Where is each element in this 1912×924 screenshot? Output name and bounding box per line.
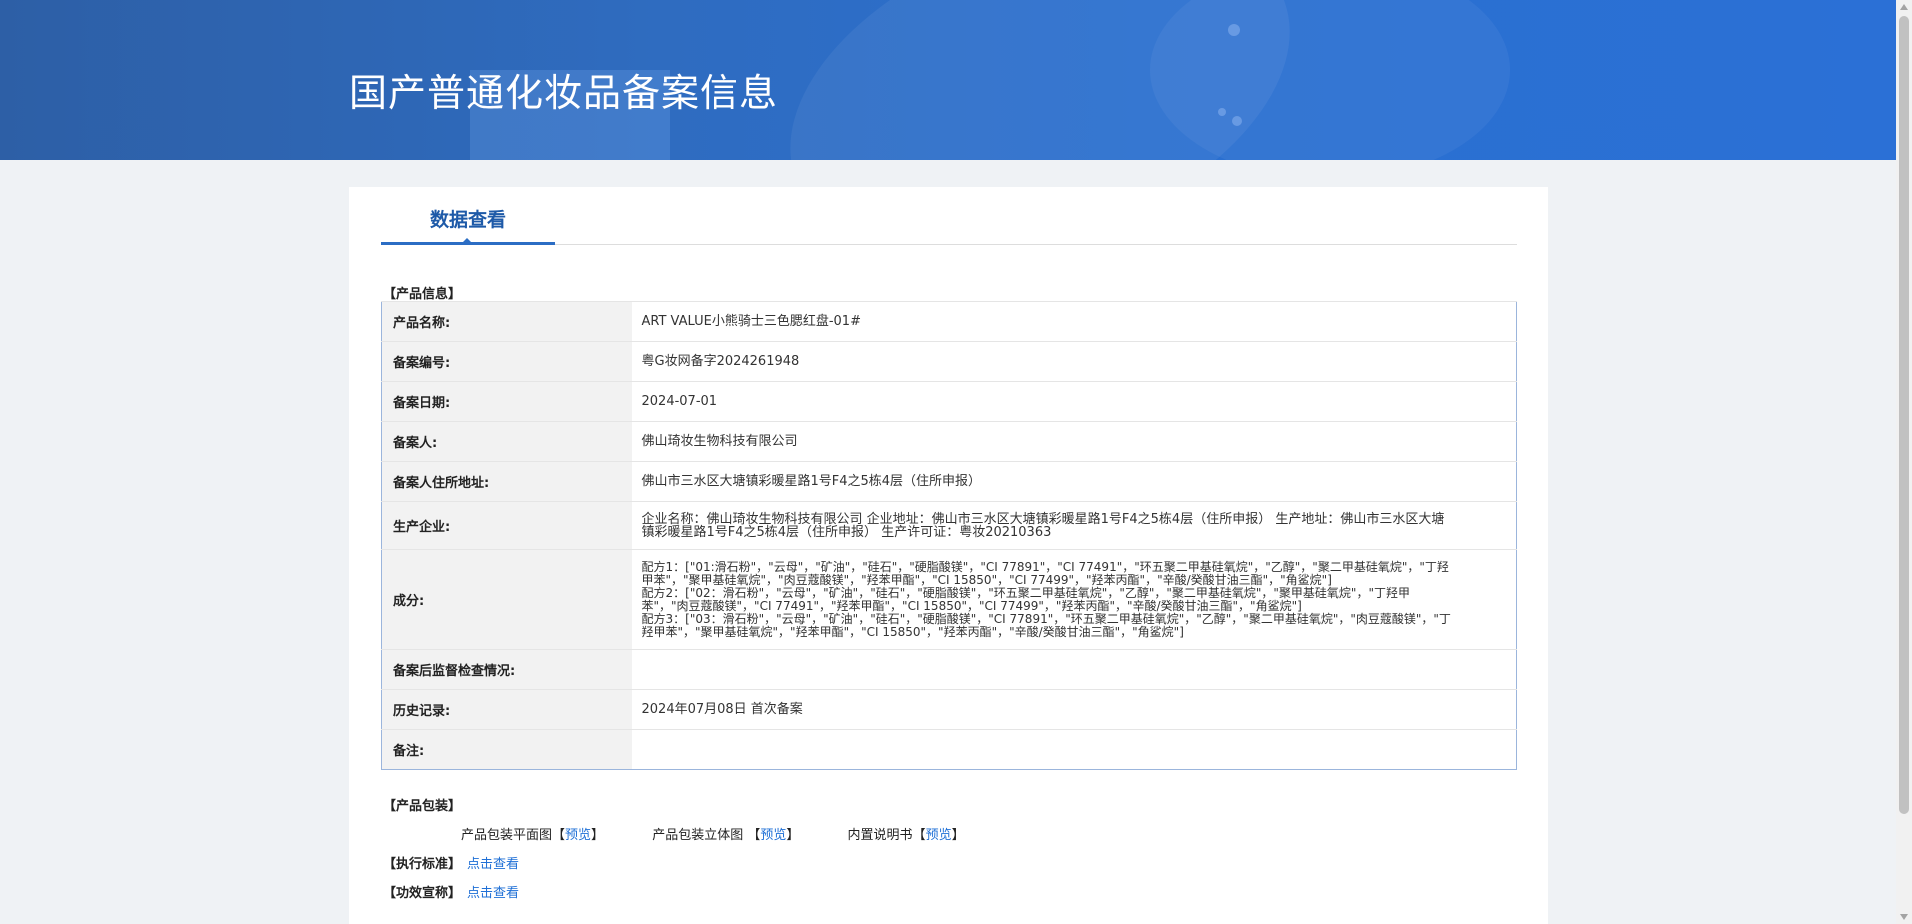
info-row-label: 备案人: — [381, 421, 632, 462]
tab-bar: 数据查看 — [381, 207, 1517, 245]
info-row-value: 2024-07-01 — [631, 381, 1517, 422]
package-flat-item: 产品包装平面图【预览】 — [461, 828, 605, 843]
banner-dot — [1218, 108, 1226, 116]
info-row-value: 佛山市三水区大塘镇彩暖星路1号F4之5栋4层（住所申报） — [631, 461, 1517, 502]
banner-dot — [1232, 116, 1242, 126]
info-row-value: 粤G妆网备字2024261948 — [631, 341, 1517, 382]
info-row-label: 备案后监督检查情况: — [381, 649, 632, 690]
package-3d-item: 产品包装立体图 【预览】 — [652, 828, 800, 843]
info-row: 备案后监督检查情况: — [381, 649, 1517, 690]
efficacy-view-link[interactable]: 点击查看 — [467, 886, 519, 901]
info-row: 历史记录: 2024年07月08日 首次备案 — [381, 689, 1517, 730]
info-row: 备案人: 佛山琦妆生物科技有限公司 — [381, 421, 1517, 462]
packaging-title: 【产品包装】 — [383, 799, 462, 814]
info-row: 备案人住所地址: 佛山市三水区大塘镇彩暖星路1号F4之5栋4层（住所申报） — [381, 461, 1517, 502]
info-row: 成分: 配方1：["01:滑石粉"，"云母"，"矿油"，"硅石"，"硬脂酸镁"，"… — [381, 549, 1517, 650]
info-row-label: 成分: — [381, 549, 632, 650]
info-row-value — [631, 649, 1517, 690]
preview-3d-link[interactable]: 预览 — [760, 828, 786, 843]
standard-view-link[interactable]: 点击查看 — [467, 857, 519, 872]
standard-row: 【执行标准】 点击查看 — [383, 853, 519, 872]
content-card: 数据查看 【产品信息】 产品名称: ART VALUE小熊骑士三色腮红盘-01# 备… — [349, 187, 1548, 924]
info-row-value: 企业名称：佛山琦妆生物科技有限公司 企业地址：佛山市三水区大塘镇彩暖星路1号F4… — [631, 501, 1517, 550]
info-row-value: 佛山琦妆生物科技有限公司 — [631, 421, 1517, 462]
scroll-up-icon[interactable] — [1900, 4, 1908, 10]
info-row-label: 产品名称: — [381, 301, 632, 342]
banner-dot — [1228, 24, 1240, 36]
packaging-row: 产品包装平面图【预览】 产品包装立体图 【预览】 内置说明书【预览】 — [461, 824, 1009, 843]
info-row-value: 配方1：["01:滑石粉"，"云母"，"矿油"，"硅石"，"硬脂酸镁"，"CI … — [631, 549, 1517, 650]
product-info-table: 产品名称: ART VALUE小熊骑士三色腮红盘-01# 备案编号: 粤G妆网备字20… — [381, 301, 1517, 770]
standard-label: 【执行标准】 — [383, 857, 462, 872]
info-row-label: 生产企业: — [381, 501, 632, 550]
preview-flat-link[interactable]: 预览 — [565, 828, 591, 843]
header-banner: 国产普通化妆品备案信息 — [0, 0, 1896, 160]
info-row-label: 备注: — [381, 729, 632, 770]
info-row: 备案编号: 粤G妆网备字2024261948 — [381, 341, 1517, 382]
page-title: 国产普通化妆品备案信息 — [349, 71, 779, 115]
info-row: 产品名称: ART VALUE小熊骑士三色腮红盘-01# — [381, 301, 1517, 342]
info-row-label: 备案编号: — [381, 341, 632, 382]
info-row-value: ART VALUE小熊骑士三色腮红盘-01# — [631, 301, 1517, 342]
efficacy-row: 【功效宣称】 点击查看 — [383, 882, 519, 901]
info-row-value — [631, 729, 1517, 770]
preview-manual-link[interactable]: 预览 — [926, 828, 952, 843]
info-row: 备案日期: 2024-07-01 — [381, 381, 1517, 422]
info-row-label: 备案日期: — [381, 381, 632, 422]
info-row-label: 历史记录: — [381, 689, 632, 730]
info-row-value: 2024年07月08日 首次备案 — [631, 689, 1517, 730]
info-row: 生产企业: 企业名称：佛山琦妆生物科技有限公司 企业地址：佛山市三水区大塘镇彩暖星… — [381, 501, 1517, 550]
tab-label: 数据查看 — [429, 209, 506, 231]
scroll-down-icon[interactable] — [1900, 914, 1908, 920]
info-row: 备注: — [381, 729, 1517, 770]
product-info-title: 【产品信息】 — [383, 287, 462, 302]
banner-decoration — [1150, 0, 1510, 160]
scrollbar-thumb[interactable] — [1899, 16, 1909, 814]
efficacy-label: 【功效宣称】 — [383, 886, 462, 901]
info-row-label: 备案人住所地址: — [381, 461, 632, 502]
tab-caret-icon — [461, 238, 473, 244]
vertical-scrollbar[interactable] — [1896, 0, 1912, 924]
manual-item: 内置说明书【预览】 — [847, 828, 965, 843]
